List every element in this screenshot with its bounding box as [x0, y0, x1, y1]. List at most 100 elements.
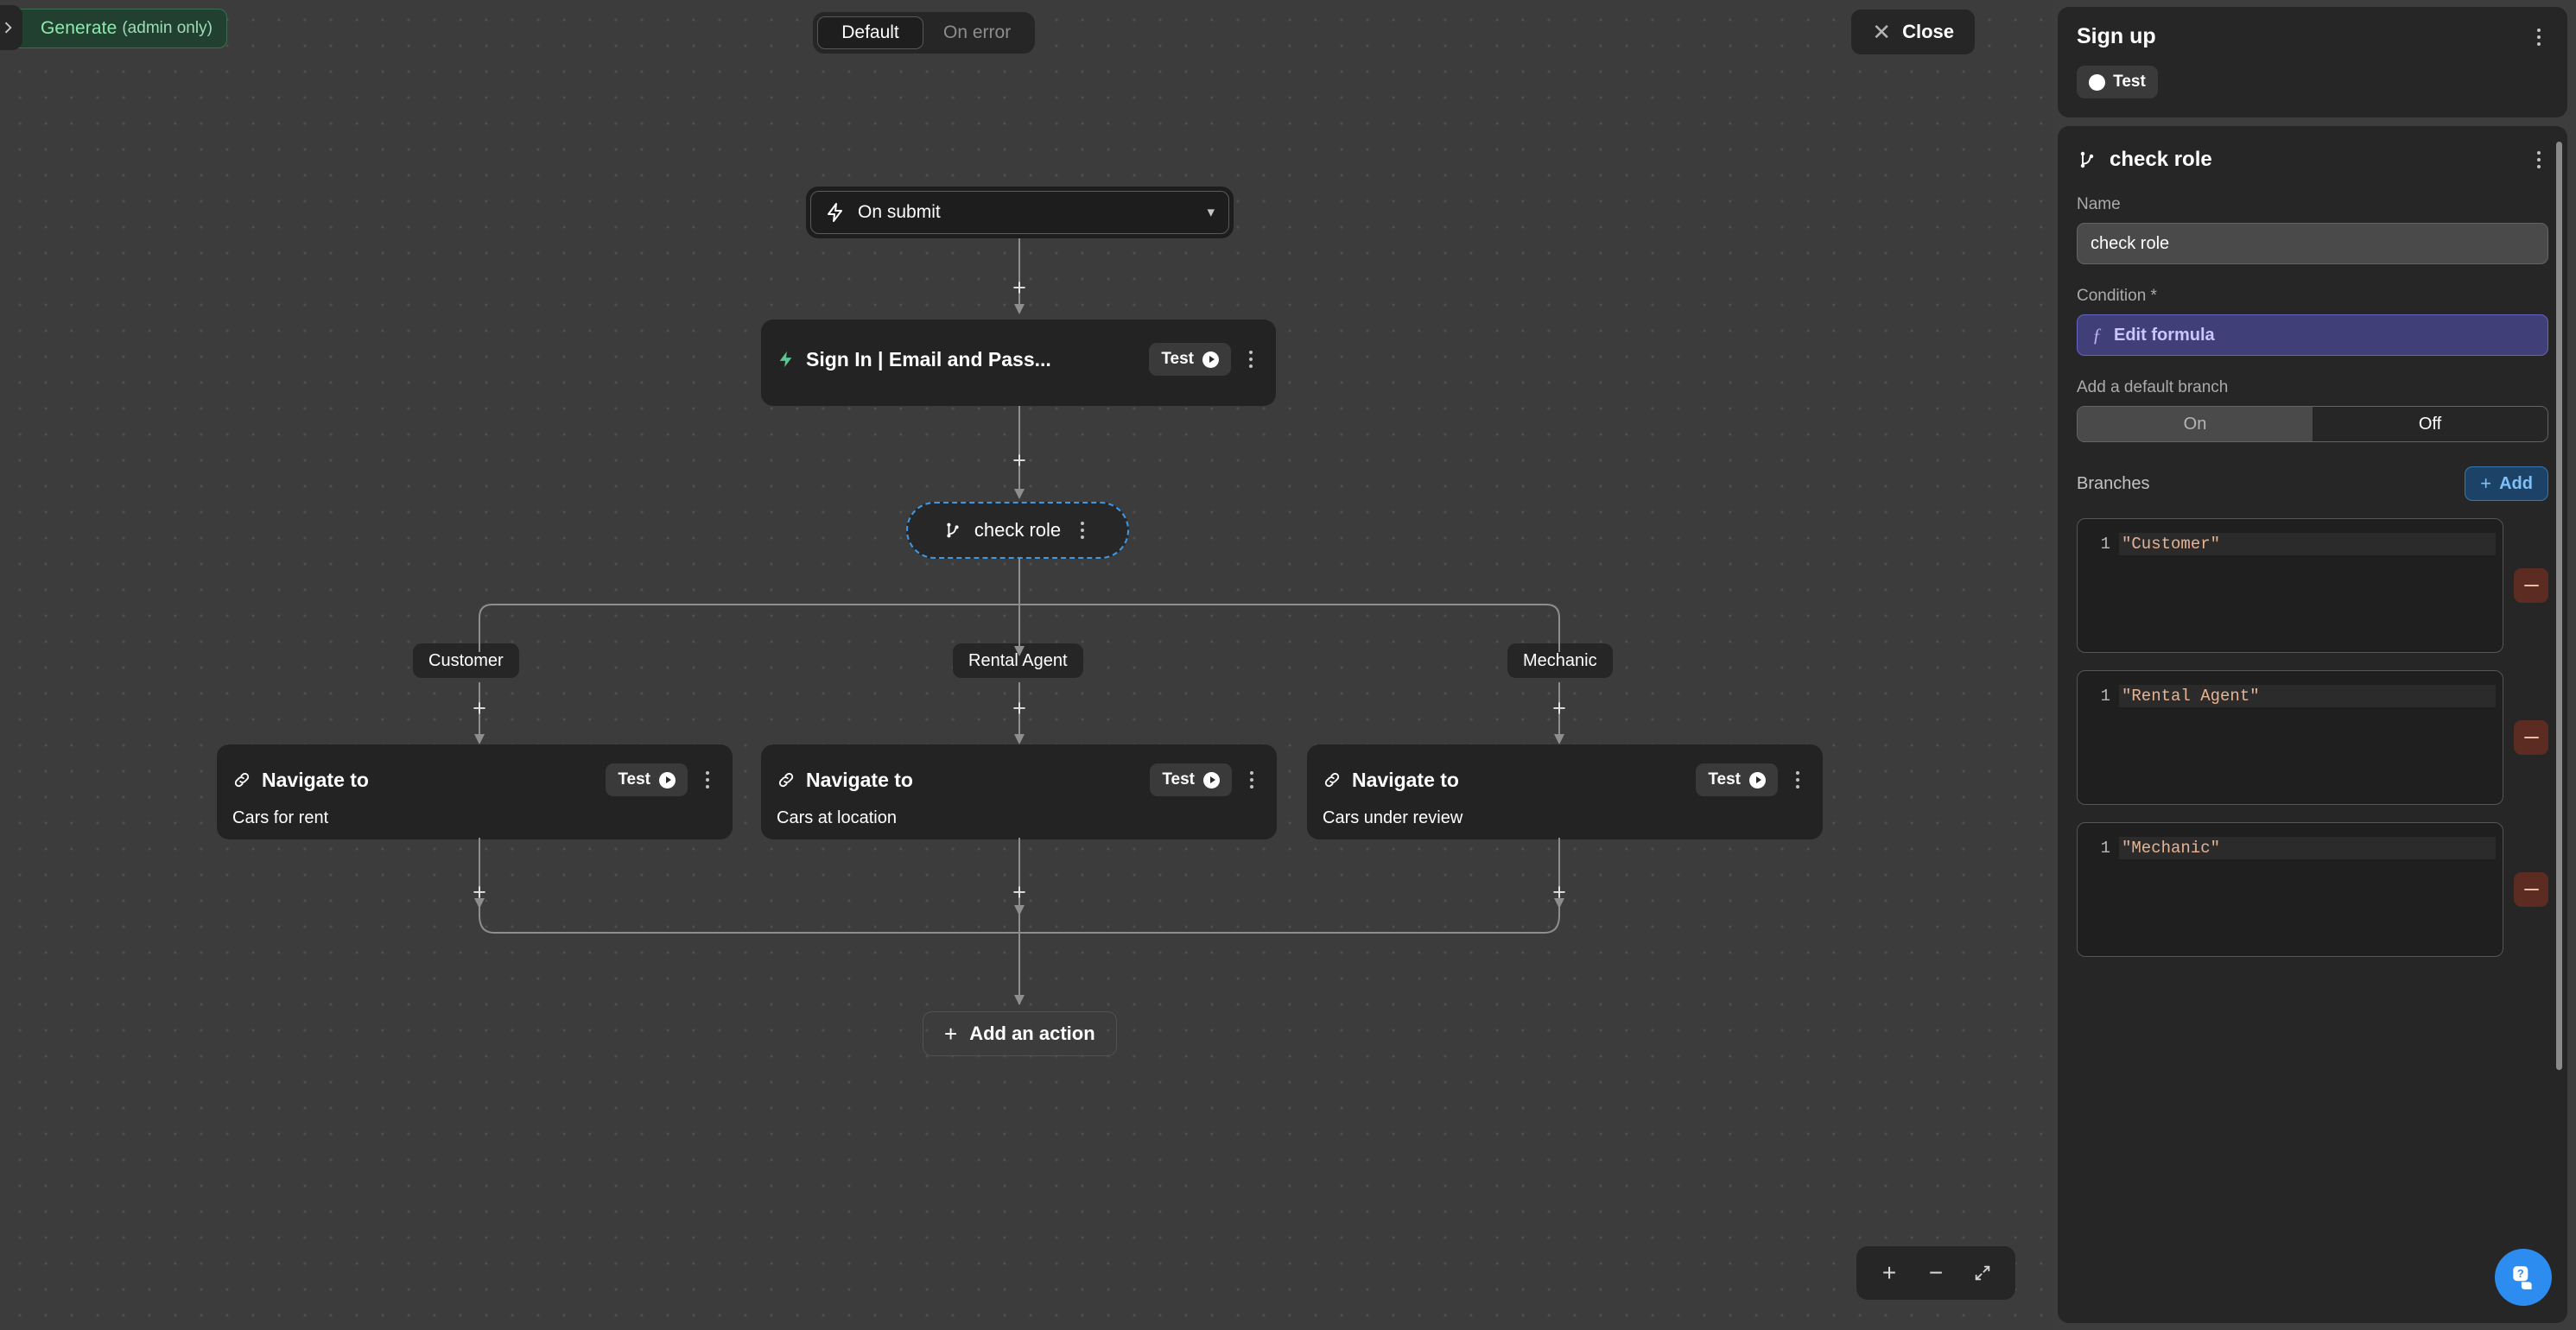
branch-node-label: check role: [974, 519, 1062, 541]
trigger-node-on-submit[interactable]: On submit ▾: [806, 187, 1234, 238]
edit-formula-label: Edit formula: [2114, 325, 2215, 345]
navigate-3-title: Navigate to: [1352, 768, 1459, 791]
play-icon: [659, 771, 676, 788]
navigate-3-test-button[interactable]: Test: [1696, 763, 1778, 796]
chevron-down-icon[interactable]: ▾: [1207, 204, 1215, 221]
mode-segmented-control[interactable]: Default On error: [813, 12, 1036, 54]
branch-icon: [2080, 151, 2094, 168]
default-branch-toggle[interactable]: On Off: [2077, 406, 2548, 442]
node-settings-title: check role: [2110, 148, 2212, 171]
tab-on-error[interactable]: On error: [923, 16, 1031, 49]
help-chat-icon: ?: [2513, 1266, 2532, 1289]
branch-code-editor-2[interactable]: 1 "Rental Agent": [2077, 670, 2503, 805]
function-icon: ƒ: [2092, 324, 2102, 345]
test-label: Test: [1161, 350, 1194, 368]
add-step-plus-1[interactable]: +: [1006, 275, 1032, 301]
add-step-plus-branch-2[interactable]: +: [1006, 695, 1032, 721]
sign-in-test-button[interactable]: Test: [1149, 343, 1231, 376]
close-button[interactable]: ✕ Close: [1851, 10, 1975, 54]
remove-branch-button-1[interactable]: [2514, 568, 2548, 603]
fit-to-screen-button[interactable]: [1962, 1252, 2003, 1294]
action-node-sign-in[interactable]: Sign In | Email and Pass... Test: [761, 320, 1276, 406]
branch-editor-row: 1 "Customer": [2077, 518, 2548, 653]
branch-chip-customer[interactable]: Customer: [413, 643, 519, 678]
add-branch-label: Add: [2499, 473, 2533, 493]
action-node-navigate-2[interactable]: Navigate to Test Cars at location: [761, 744, 1277, 839]
workflow-canvas[interactable]: Generate (admin only) Default On error ✕…: [0, 0, 2053, 1330]
add-step-plus-after-1[interactable]: +: [466, 879, 492, 905]
sign-in-node-title: Sign In | Email and Pass...: [806, 347, 1051, 370]
navigate-2-header: Navigate to Test: [761, 744, 1277, 796]
zoom-controls[interactable]: + −: [1856, 1246, 2015, 1300]
branches-label: Branches: [2077, 473, 2150, 493]
branch-code-editor-1[interactable]: 1 "Customer": [2077, 518, 2503, 653]
navigate-1-test-button[interactable]: Test: [606, 763, 688, 796]
node-settings-menu[interactable]: [2529, 147, 2548, 173]
add-step-plus-after-3[interactable]: +: [1546, 879, 1572, 905]
edit-formula-button[interactable]: ƒ Edit formula: [2077, 314, 2548, 356]
test-label: Test: [618, 770, 650, 788]
sidebar-collapse-toggle[interactable]: [0, 5, 22, 50]
navigate-3-menu[interactable]: [1788, 767, 1807, 793]
panel-header-menu[interactable]: [2529, 24, 2548, 50]
node-settings-card: check role Name Condition * ƒ Edit formu…: [2058, 126, 2567, 1323]
add-step-plus-2[interactable]: +: [1006, 447, 1032, 473]
add-step-plus-after-2[interactable]: +: [1006, 879, 1032, 905]
branch-code-3[interactable]: "Mechanic": [2119, 837, 2496, 859]
navigate-3-header: Navigate to Test: [1307, 744, 1823, 796]
navigate-3-subtitle: Cars under review: [1323, 808, 1463, 827]
link-icon: [1324, 772, 1340, 788]
branch-code-1[interactable]: "Customer": [2119, 533, 2496, 555]
lightning-bolt-icon: [828, 203, 842, 222]
action-node-navigate-3[interactable]: Navigate to Test Cars under review: [1307, 744, 1823, 839]
line-number: 1: [2100, 535, 2110, 554]
play-icon: [1202, 351, 1219, 368]
navigate-2-menu[interactable]: [1242, 767, 1261, 793]
remove-branch-button-2[interactable]: [2514, 720, 2548, 755]
right-panel: Sign up Test check role Name check role …: [2053, 0, 2576, 1330]
default-branch-on[interactable]: On: [2078, 407, 2313, 441]
generate-button[interactable]: Generate (admin only): [7, 9, 227, 48]
node-settings-header: check role: [2077, 147, 2548, 173]
branch-chip-mechanic[interactable]: Mechanic: [1507, 643, 1613, 678]
app-root: Generate (admin only) Default On error ✕…: [0, 0, 2576, 1330]
zoom-in-button[interactable]: +: [1869, 1252, 1910, 1294]
condition-field-label: Condition *: [2077, 287, 2157, 305]
tab-default[interactable]: Default: [817, 16, 923, 49]
navigate-1-menu[interactable]: [698, 767, 717, 793]
navigate-1-title: Navigate to: [262, 768, 369, 791]
help-chat-button[interactable]: ?: [2495, 1249, 2552, 1306]
navigate-1-header: Navigate to Test: [217, 744, 733, 796]
panel-scrollbar[interactable]: [2556, 142, 2562, 1070]
action-node-navigate-1[interactable]: Navigate to Test Cars for rent: [217, 744, 733, 839]
link-icon: [234, 772, 250, 788]
add-branch-button[interactable]: + Add: [2465, 466, 2548, 501]
play-icon: [1203, 771, 1220, 788]
branch-code-editor-3[interactable]: 1 "Mechanic": [2077, 822, 2503, 957]
branch-node-check-role[interactable]: check role: [906, 502, 1129, 559]
sign-in-node-menu[interactable]: [1241, 346, 1260, 372]
name-input[interactable]: [2077, 223, 2548, 264]
zoom-out-button[interactable]: −: [1915, 1252, 1957, 1294]
branch-editor-row: 1 "Mechanic": [2077, 822, 2548, 957]
add-step-plus-branch-3[interactable]: +: [1546, 695, 1572, 721]
add-an-action-button[interactable]: + Add an action: [923, 1011, 1117, 1056]
navigate-2-test-button[interactable]: Test: [1150, 763, 1232, 796]
navigate-1-subtitle: Cars for rent: [232, 808, 329, 827]
branch-editor-row: 1 "Rental Agent": [2077, 670, 2548, 805]
branch-chip-rental-agent[interactable]: Rental Agent: [953, 643, 1083, 678]
remove-branch-button-3[interactable]: [2514, 872, 2548, 907]
panel-test-button[interactable]: Test: [2077, 66, 2158, 98]
play-icon: [2089, 73, 2106, 91]
trigger-node-inner: On submit ▾: [810, 191, 1229, 234]
plus-icon: +: [2480, 472, 2492, 494]
add-an-action-label: Add an action: [969, 1023, 1095, 1044]
branch-code-2[interactable]: "Rental Agent": [2119, 685, 2496, 707]
trigger-label: On submit: [858, 202, 941, 222]
generate-label: Generate: [41, 18, 117, 38]
branch-node-menu[interactable]: [1073, 517, 1092, 543]
add-step-plus-branch-1[interactable]: +: [466, 695, 492, 721]
line-number: 1: [2100, 839, 2110, 858]
default-branch-off[interactable]: Off: [2313, 407, 2547, 441]
expand-icon: [1975, 1265, 1990, 1281]
